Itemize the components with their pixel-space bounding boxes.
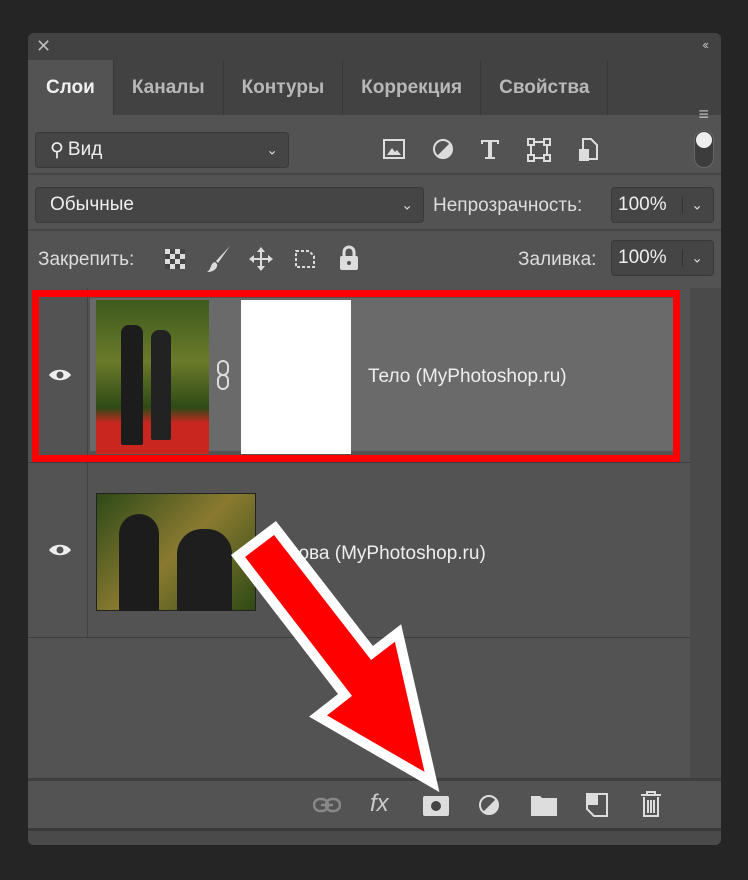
annotation-arrow bbox=[230, 521, 440, 793]
